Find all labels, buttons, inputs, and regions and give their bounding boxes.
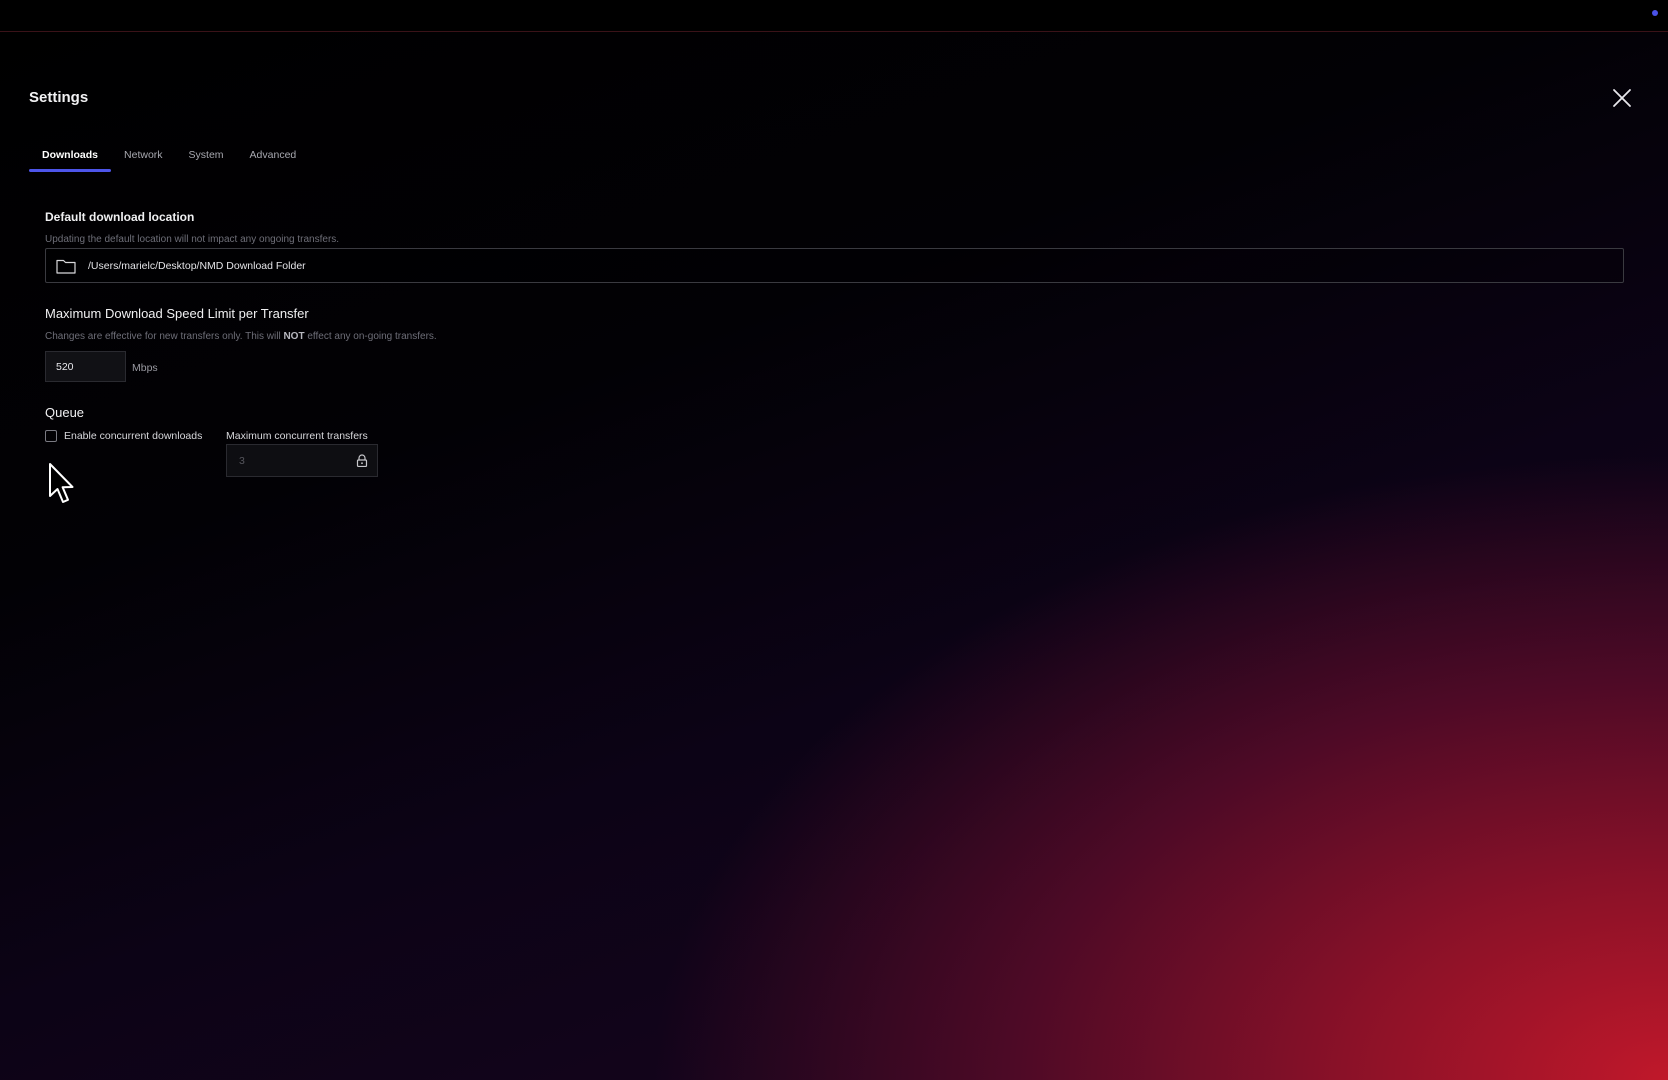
lock-icon	[356, 454, 368, 467]
max-concurrent-value: 3	[239, 454, 245, 467]
close-icon	[1613, 89, 1631, 107]
speed-limit-help-text-end: effect any on-going transfers.	[304, 331, 437, 342]
concurrent-downloads-label[interactable]: Enable concurrent downloads	[64, 430, 202, 442]
queue-label: Queue	[45, 405, 85, 420]
speed-limit-unit: Mbps	[132, 362, 158, 374]
download-location-path: /Users/marielc/Desktop/NMD Download Fold…	[88, 259, 306, 272]
max-concurrent-field: 3	[226, 444, 378, 477]
folder-icon	[56, 259, 76, 274]
tab-system[interactable]: System	[176, 141, 237, 172]
speed-limit-label: Maximum Download Speed Limit per Transfe…	[45, 306, 309, 321]
download-location-label: Default download location	[45, 210, 195, 224]
speed-limit-help-text: Changes are effective for new transfers …	[45, 331, 284, 342]
close-button[interactable]	[1610, 86, 1634, 110]
tab-downloads[interactable]: Downloads	[29, 141, 112, 172]
tab-network[interactable]: Network	[111, 141, 176, 172]
status-dot	[1652, 10, 1658, 16]
speed-limit-help: Changes are effective for new transfers …	[45, 331, 437, 342]
mouse-pointer-icon	[49, 463, 74, 503]
page-title: Settings	[29, 89, 89, 106]
tab-advanced[interactable]: Advanced	[237, 141, 310, 172]
speed-limit-help-emphasis: NOT	[283, 331, 305, 342]
top-bar	[0, 0, 1668, 32]
speed-limit-input[interactable]	[45, 351, 126, 382]
settings-tabs: Downloads Network System Advanced	[29, 141, 309, 173]
max-concurrent-label: Maximum concurrent transfers	[226, 430, 368, 442]
download-location-field[interactable]: /Users/marielc/Desktop/NMD Download Fold…	[45, 248, 1624, 283]
download-location-help: Updating the default location will not i…	[45, 234, 340, 245]
concurrent-downloads-checkbox[interactable]	[45, 430, 57, 442]
